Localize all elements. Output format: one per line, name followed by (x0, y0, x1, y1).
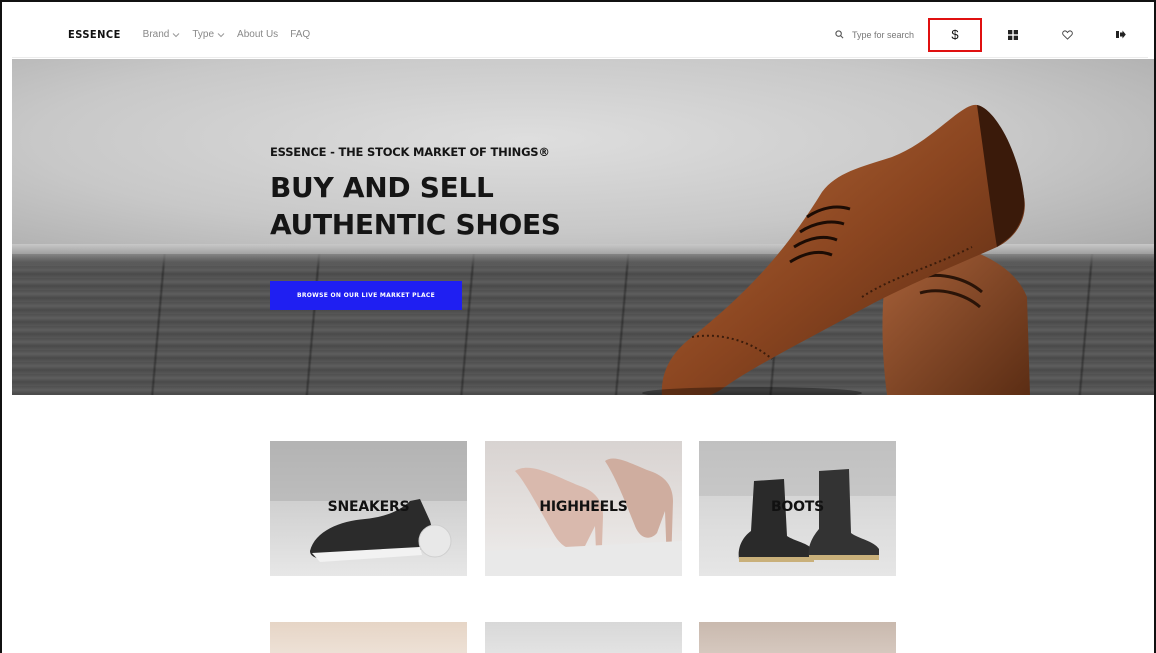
category-label: BOOTS (770, 499, 825, 515)
main-nav: Brand Type About Us FAQ (143, 29, 323, 40)
nav-type[interactable]: Type (192, 29, 225, 40)
hero-banner: ESSENCE - THE STOCK MARKET OF THINGS® BU… (12, 59, 1154, 395)
top-navbar: ESSENCE Brand Type About Us FAQ Type for… (12, 12, 1148, 58)
grid-icon (1008, 29, 1018, 40)
category-tile[interactable] (485, 622, 682, 653)
heart-icon (1061, 29, 1073, 40)
hero-eyebrow: ESSENCE - THE STOCK MARKET OF THINGS® (270, 145, 550, 159)
dollar-icon: $ (951, 27, 959, 42)
category-label: SNEAKERS (327, 499, 410, 515)
chevron-down-icon (173, 32, 180, 37)
hero-headline: BUY AND SELL AUTHENTIC SHOES (270, 169, 561, 243)
currency-button[interactable]: $ (928, 17, 982, 52)
search-box (835, 29, 916, 40)
search-input[interactable] (852, 29, 916, 40)
wishlist-button[interactable] (1040, 12, 1094, 57)
category-tile[interactable] (699, 622, 896, 653)
chevron-down-icon (217, 32, 225, 37)
hero-text-block: ESSENCE - THE STOCK MARKET OF THINGS® BU… (270, 145, 561, 243)
nav-about-us[interactable]: About Us (237, 29, 278, 40)
category-highheels[interactable]: HIGHHEELS (485, 441, 682, 576)
nav-faq[interactable]: FAQ (290, 29, 310, 40)
nav-brand-label: Brand (142, 29, 170, 40)
category-tile[interactable] (270, 622, 467, 653)
nav-type-label: Type (192, 29, 215, 40)
nav-about-us-label: About Us (237, 29, 279, 40)
browse-marketplace-button[interactable]: BROWSE ON OUR LIVE MARKET PLACE (270, 281, 462, 310)
nav-brand[interactable]: Brand (143, 29, 181, 40)
hero-headline-line1: BUY AND SELL (270, 171, 494, 204)
header-actions: $ (835, 12, 1148, 57)
category-sneakers[interactable]: SNEAKERS (270, 441, 467, 576)
hero-headline-line2: AUTHENTIC SHOES (270, 208, 561, 241)
category-boots[interactable]: BOOTS (699, 441, 896, 576)
browser-viewport: ESSENCE Brand Type About Us FAQ Type for… (0, 0, 1156, 653)
site-logo[interactable]: ESSENCE (68, 28, 121, 41)
search-icon[interactable] (835, 30, 844, 39)
logout-icon (1116, 30, 1126, 39)
hero-shoes-image (642, 104, 1030, 395)
grid-view-button[interactable] (986, 12, 1040, 57)
logout-button[interactable] (1094, 12, 1148, 57)
category-label: HIGHHEELS (539, 499, 628, 515)
nav-faq-label: FAQ (290, 29, 311, 40)
